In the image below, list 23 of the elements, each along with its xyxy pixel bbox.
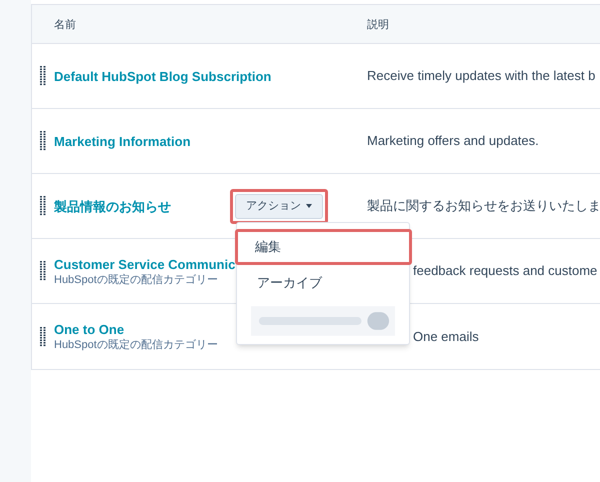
drag-handle-icon[interactable]	[40, 261, 46, 281]
menu-item[interactable]: 編集	[235, 229, 412, 265]
description-text: Marketing offers and updates.	[367, 132, 539, 150]
column-header[interactable]: 名前	[54, 19, 76, 31]
description-text: One emails	[413, 328, 479, 346]
description-text: 製品に関するお知らせをお送りいたしま	[367, 197, 600, 215]
description-text: Receive timely updates with the latest b	[367, 67, 596, 85]
caret-down-icon	[306, 204, 312, 208]
subscription-name-link[interactable]: Default HubSpot Blog Subscription	[54, 68, 272, 84]
drag-handle-icon[interactable]	[40, 326, 46, 346]
subscription-subtitle: HubSpotの既定の配信カテゴリー	[54, 272, 219, 286]
column-header[interactable]: 説明	[367, 19, 389, 31]
subscription-name-link[interactable]: 製品情報のお知らせ	[54, 198, 171, 214]
subscription-name-link[interactable]: One to One	[54, 321, 218, 338]
menu-item[interactable]: アーカイブ	[237, 265, 409, 301]
subscription-subtitle: HubSpotの既定の配信カテゴリー	[54, 338, 218, 352]
drag-handle-icon[interactable]	[40, 131, 46, 151]
description-text: feedback requests and custome	[413, 262, 598, 280]
actions-button[interactable]: アクション	[235, 194, 323, 218]
drag-handle-icon[interactable]	[40, 66, 46, 86]
drag-handle-icon[interactable]	[40, 196, 46, 216]
subscription-name-link[interactable]: Marketing Information	[54, 132, 191, 150]
subscription-name-link[interactable]: Customer Service Communic	[54, 256, 236, 272]
